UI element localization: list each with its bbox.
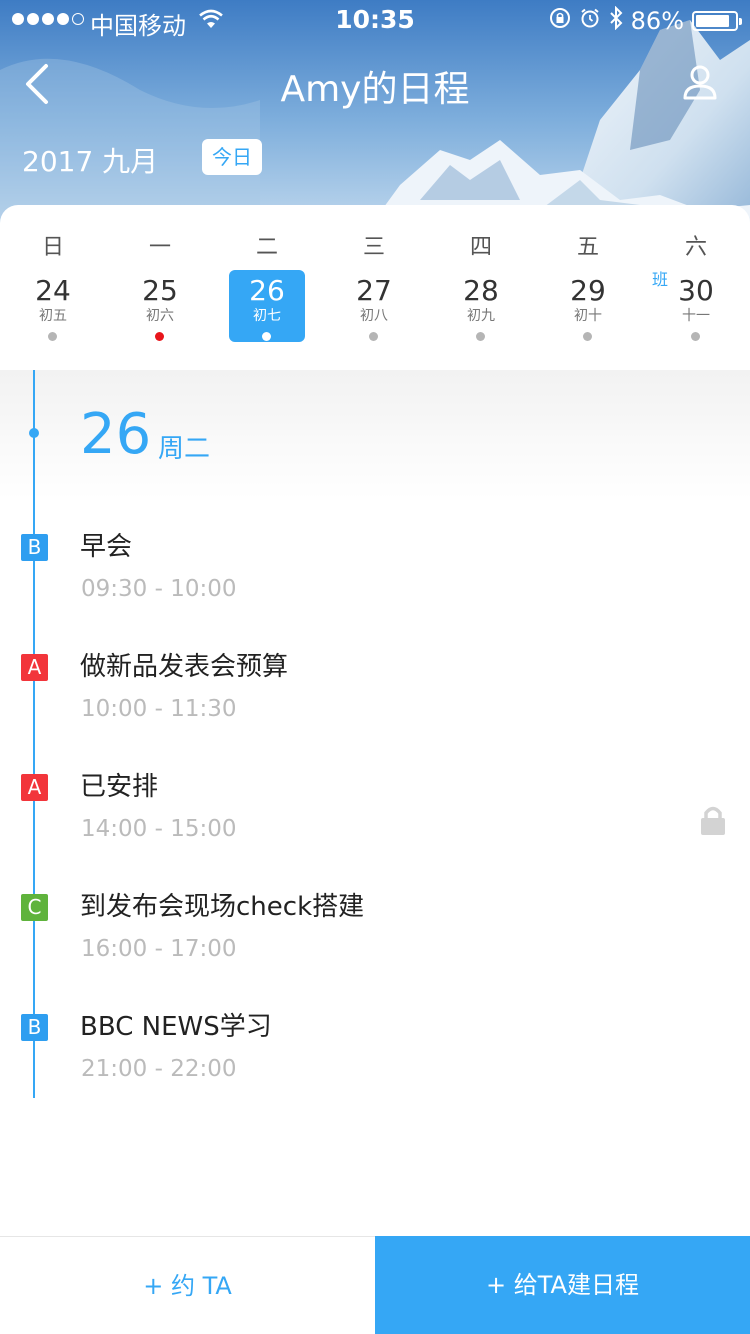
event-time: 09:30 - 10:00 (81, 576, 237, 602)
agenda-list: 26 周二 B 早会 09:30 - 10:00 A 做新品发表会预算 10:0… (0, 370, 750, 1236)
bottom-action-bar: + 约 TA + 给TA建日程 (0, 1236, 750, 1334)
priority-tag: A (21, 654, 48, 681)
day-cell[interactable]: 27 初八 (336, 270, 412, 342)
event-time: 14:00 - 15:00 (81, 816, 237, 842)
lunar-date: 初六 (146, 308, 174, 324)
lock-icon (701, 806, 725, 835)
event-item[interactable]: A 做新品发表会预算 10:00 - 11:30 (0, 636, 750, 746)
header-banner: 中国移动 10:35 86% Amy的日程 2017 九月 今日 (0, 0, 750, 240)
agenda-weekday: 周二 (158, 434, 211, 464)
lunar-date: 初八 (360, 308, 388, 324)
alarm-icon (579, 7, 601, 35)
event-indicator-dot (583, 332, 592, 341)
week-calendar: 日 一 二 三 四 五 六 24 初五 25 初六 26 初七 27 初八 28… (0, 205, 750, 370)
priority-tag: A (21, 774, 48, 801)
event-item[interactable]: B 早会 09:30 - 10:00 (0, 516, 750, 626)
event-indicator-dot (155, 332, 164, 341)
day-number: 28 (463, 274, 499, 307)
workday-badge: 班 (652, 270, 669, 289)
person-icon (683, 65, 717, 100)
event-indicator-dot (262, 332, 271, 341)
battery-icon (692, 11, 742, 31)
lunar-date: 初十 (574, 308, 602, 324)
today-button[interactable]: 今日 (202, 139, 262, 175)
schedule-page: 中国移动 10:35 86% Amy的日程 2017 九月 今日 日 一 二 三… (0, 0, 750, 1334)
event-indicator-dot (691, 332, 700, 341)
event-title: 到发布会现场check搭建 (80, 892, 365, 922)
bluetooth-icon (609, 5, 623, 36)
timeline-dot (29, 428, 39, 438)
day-number: 30 (678, 274, 714, 307)
weekday-header-wed: 三 (362, 235, 385, 260)
weekday-header-sun: 日 (41, 235, 64, 260)
day-cell[interactable]: 班 30 十一 (652, 270, 734, 342)
invite-button[interactable]: + 约 TA (0, 1237, 375, 1334)
day-cell[interactable]: 24 初五 (15, 270, 91, 342)
lunar-date: 十一 (682, 308, 710, 324)
event-title: BBC NEWS学习 (80, 1012, 272, 1042)
orientation-lock-icon (549, 7, 571, 35)
event-item[interactable]: C 到发布会现场check搭建 16:00 - 17:00 (0, 876, 750, 986)
day-number: 27 (356, 274, 392, 307)
event-indicator-dot (48, 332, 57, 341)
day-number: 24 (35, 274, 71, 307)
priority-tag: B (21, 1014, 48, 1041)
day-number: 29 (570, 274, 606, 307)
event-time: 21:00 - 22:00 (81, 1056, 237, 1082)
profile-button[interactable] (680, 62, 720, 102)
lunar-date: 初七 (253, 308, 281, 324)
weekday-header-mon: 一 (148, 235, 171, 260)
day-cell[interactable]: 29 初十 (550, 270, 626, 342)
event-time: 16:00 - 17:00 (81, 936, 237, 962)
status-icons: 86% (549, 5, 742, 36)
event-item[interactable]: B BBC NEWS学习 21:00 - 22:00 (0, 996, 750, 1106)
status-bar: 中国移动 10:35 86% (0, 0, 750, 40)
day-cell-selected[interactable]: 26 初七 (229, 270, 305, 342)
priority-tag: C (21, 894, 48, 921)
day-cell[interactable]: 25 初六 (122, 270, 198, 342)
weekday-header-fri: 五 (576, 235, 599, 260)
weekday-header-thu: 四 (469, 235, 492, 260)
event-time: 10:00 - 11:30 (81, 696, 237, 722)
page-title: Amy的日程 (280, 69, 470, 110)
event-title: 做新品发表会预算 (80, 652, 289, 682)
event-title: 已安排 (80, 772, 159, 802)
event-indicator-dot (369, 332, 378, 341)
battery-percent: 86% (630, 7, 684, 35)
month-label: 2017 九月 (22, 145, 159, 178)
day-cell[interactable]: 28 初九 (443, 270, 519, 342)
weekday-header-sat: 六 (684, 235, 707, 260)
event-title: 早会 (80, 532, 133, 562)
weekday-header-tue: 二 (255, 235, 278, 260)
create-schedule-button[interactable]: + 给TA建日程 (375, 1236, 750, 1334)
event-item[interactable]: A 已安排 14:00 - 15:00 (0, 756, 750, 866)
day-number: 25 (142, 274, 178, 307)
priority-tag: B (21, 534, 48, 561)
agenda-date-number: 26 (80, 402, 152, 467)
event-indicator-dot (476, 332, 485, 341)
day-number: 26 (249, 274, 285, 307)
lunar-date: 初五 (39, 308, 67, 324)
lunar-date: 初九 (467, 308, 495, 324)
